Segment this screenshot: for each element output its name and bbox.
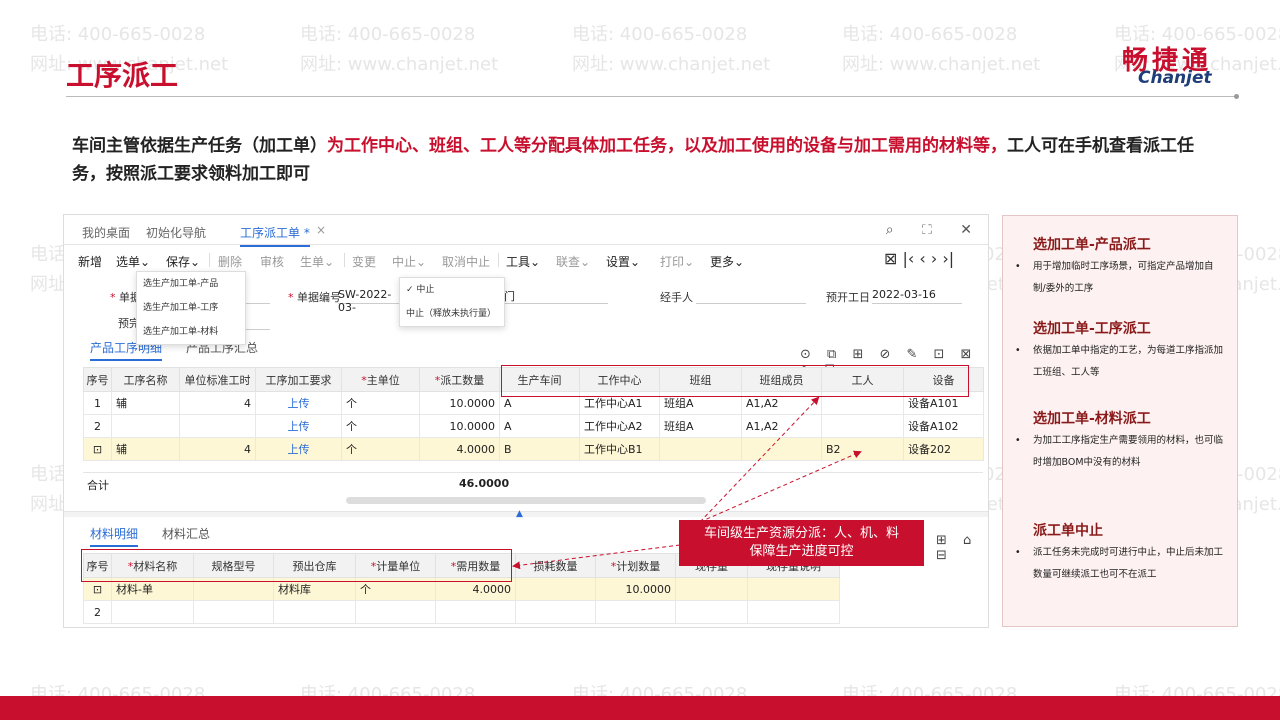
callout-arrows [512, 396, 862, 570]
callout-line2: 保障生产进度可控 [749, 544, 854, 559]
callout-box: 车间级生产资源分派：人、机、料 保障生产进度可控 [679, 520, 924, 566]
arrow-to-resources [699, 396, 820, 523]
arrow-to-material [512, 544, 681, 570]
callout-line1: 车间级生产资源分派：人、机、料 [703, 526, 899, 541]
arrow-to-worker [699, 450, 862, 523]
slide: 电话: 400-665-0028 网址: www.chanjet.net 电话: 4… [0, 0, 1280, 720]
